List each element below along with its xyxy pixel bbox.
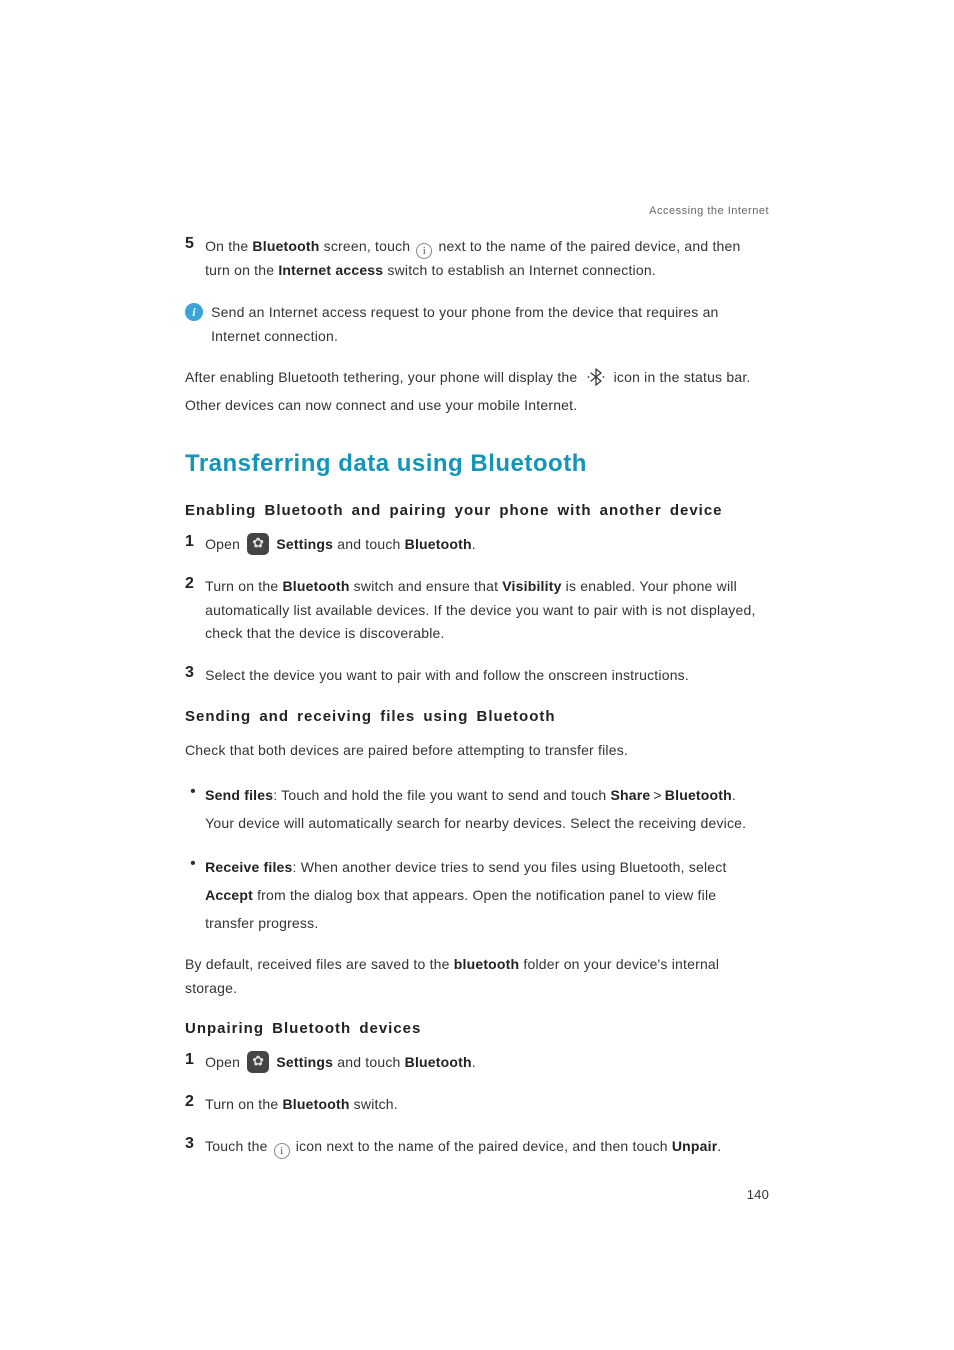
- step-2: 2 Turn on the Bluetooth switch.: [185, 1093, 769, 1117]
- text: from the dialog box that appears. Open t…: [205, 887, 716, 931]
- text: By default, received files are saved to …: [185, 956, 454, 972]
- bold: Share: [610, 787, 650, 803]
- step-number: 1: [185, 533, 201, 551]
- text: : When another device tries to send you …: [293, 859, 727, 875]
- text: switch and ensure that: [350, 578, 503, 594]
- bluetooth-tethering-icon: [586, 368, 606, 394]
- text: Open: [205, 536, 244, 552]
- step-body: Open Settings and touch Bluetooth.: [205, 533, 767, 557]
- bold: Send files: [205, 787, 273, 803]
- step-body: Open Settings and touch Bluetooth.: [205, 1051, 767, 1075]
- step-1: 1 Open Settings and touch Bluetooth.: [185, 1051, 769, 1075]
- bullet-list: • Send files: Touch and hold the file yo…: [185, 781, 769, 937]
- text: and touch: [333, 1054, 404, 1070]
- bold: Unpair: [672, 1138, 718, 1154]
- bold: Bluetooth: [405, 536, 472, 552]
- bold: bluetooth: [454, 956, 520, 972]
- text: switch to establish an Internet connecti…: [383, 262, 656, 278]
- page-number: 140: [185, 1187, 769, 1202]
- bold: Accept: [205, 887, 253, 903]
- bold: Bluetooth: [282, 578, 349, 594]
- subsection-heading: Sending and receiving files using Blueto…: [185, 708, 769, 725]
- text: .: [472, 1054, 476, 1070]
- list-body: Send files: Touch and hold the file you …: [205, 781, 767, 837]
- list-item: • Send files: Touch and hold the file yo…: [185, 781, 769, 837]
- step-body: Turn on the Bluetooth switch and ensure …: [205, 575, 767, 646]
- step-body: Select the device you want to pair with …: [205, 664, 767, 688]
- step-body: Touch the i icon next to the name of the…: [205, 1135, 767, 1159]
- text: and touch: [333, 536, 404, 552]
- bullet-icon: •: [185, 781, 201, 803]
- step-body: Turn on the Bluetooth switch.: [205, 1093, 767, 1117]
- step-3: 3 Touch the i icon next to the name of t…: [185, 1135, 769, 1159]
- bold: Bluetooth: [665, 787, 732, 803]
- step-number: 3: [185, 1135, 201, 1153]
- step-1: 1 Open Settings and touch Bluetooth.: [185, 533, 769, 557]
- settings-icon: [247, 1051, 269, 1073]
- subsection-heading: Enabling Bluetooth and pairing your phon…: [185, 502, 769, 519]
- text: Touch the: [205, 1138, 272, 1154]
- chevron-right-icon: >: [653, 787, 661, 803]
- step-2: 2 Turn on the Bluetooth switch and ensur…: [185, 575, 769, 646]
- text: : Touch and hold the file you want to se…: [273, 787, 610, 803]
- text: switch.: [350, 1096, 398, 1112]
- text: Turn on the: [205, 578, 282, 594]
- paragraph: Check that both devices are paired befor…: [185, 739, 769, 763]
- subsection-heading: Unpairing Bluetooth devices: [185, 1020, 769, 1037]
- list-item: • Receive files: When another device tri…: [185, 853, 769, 937]
- text: icon next to the name of the paired devi…: [292, 1138, 672, 1154]
- bold: Bluetooth: [282, 1096, 349, 1112]
- text: screen, touch: [320, 238, 415, 254]
- info-note: i Send an Internet access request to you…: [185, 301, 769, 349]
- note-body: Send an Internet access request to your …: [211, 301, 767, 349]
- bold: Settings: [276, 536, 333, 552]
- bold: Internet access: [278, 262, 383, 278]
- bold: Receive files: [205, 859, 292, 875]
- step-5: 5 On the Bluetooth screen, touch i next …: [185, 235, 769, 283]
- bullet-icon: •: [185, 853, 201, 875]
- step-number: 2: [185, 575, 201, 593]
- section-heading: Transferring data using Bluetooth: [185, 450, 769, 478]
- step-number: 1: [185, 1051, 201, 1069]
- text: .: [472, 536, 476, 552]
- bold: Visibility: [502, 578, 561, 594]
- note-icon: i: [185, 303, 203, 321]
- text: .: [717, 1138, 721, 1154]
- step-body: On the Bluetooth screen, touch i next to…: [205, 235, 767, 283]
- bold: Bluetooth: [405, 1054, 472, 1070]
- step-3: 3 Select the device you want to pair wit…: [185, 664, 769, 688]
- breadcrumb: Accessing the Internet: [185, 205, 769, 217]
- info-icon: i: [274, 1143, 290, 1159]
- text: Select the device you want to pair with …: [205, 667, 689, 683]
- bold: Settings: [276, 1054, 333, 1070]
- info-icon: i: [416, 243, 432, 259]
- bold: Bluetooth: [252, 238, 319, 254]
- text: On the: [205, 238, 252, 254]
- list-body: Receive files: When another device tries…: [205, 853, 767, 937]
- paragraph: After enabling Bluetooth tethering, your…: [185, 366, 769, 418]
- document-page: Accessing the Internet 5 On the Bluetoot…: [0, 0, 954, 1262]
- text: After enabling Bluetooth tethering, your…: [185, 369, 582, 385]
- text: Open: [205, 1054, 244, 1070]
- step-number: 3: [185, 664, 201, 682]
- settings-icon: [247, 533, 269, 555]
- step-number: 2: [185, 1093, 201, 1111]
- step-number: 5: [185, 235, 201, 253]
- paragraph: By default, received files are saved to …: [185, 953, 769, 1001]
- text: Turn on the: [205, 1096, 282, 1112]
